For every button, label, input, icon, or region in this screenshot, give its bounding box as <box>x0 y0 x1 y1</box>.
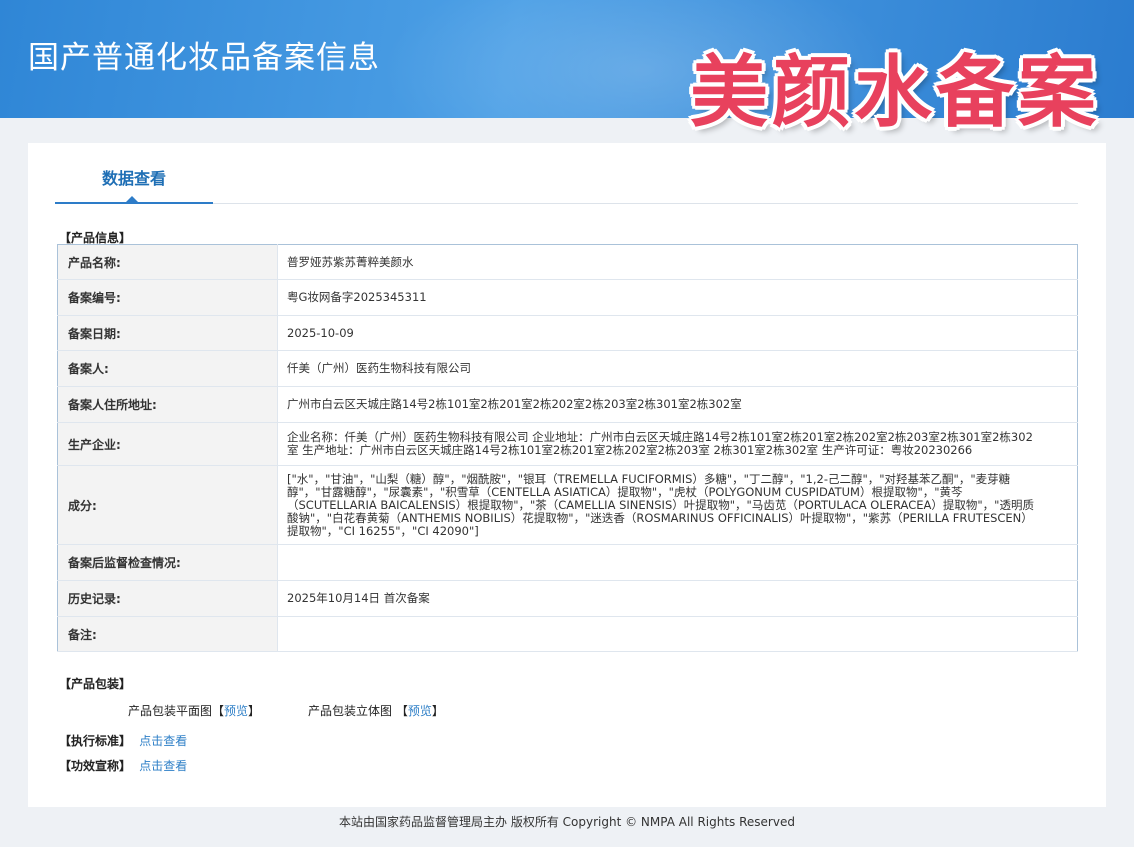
table-row: 备注: <box>57 616 1078 652</box>
tab-caret-icon <box>126 196 138 202</box>
row-value <box>277 544 1078 581</box>
package-solid-preview-link[interactable]: 预览 <box>408 704 432 718</box>
bracket-open: 【 <box>212 704 225 718</box>
row-value: 2025年10月14日 首次备案 <box>277 580 1078 617</box>
row-key: 备案人: <box>57 350 278 387</box>
table-row: 产品名称: 普罗娅苏紫苏菁粹美颜水 <box>57 244 1078 280</box>
table-row: 备案日期: 2025-10-09 <box>57 315 1078 351</box>
watermark-overlay: 美颜水备案 <box>690 48 1101 138</box>
bracket-open: 【 <box>395 704 408 718</box>
row-value: 普罗娅苏紫苏菁粹美颜水 <box>277 244 1078 280</box>
package-flat-preview-link[interactable]: 预览 <box>224 704 248 718</box>
row-key: 历史记录: <box>57 580 278 617</box>
table-row: 历史记录: 2025年10月14日 首次备案 <box>57 580 1078 617</box>
divider <box>213 203 1078 204</box>
standard-view-link[interactable]: 点击查看 <box>139 734 187 748</box>
tab-underline <box>55 202 213 204</box>
product-info-table: 产品名称: 普罗娅苏紫苏菁粹美颜水 备案编号: 粤G妆网备字2025345311 备案日… <box>57 244 1078 652</box>
efficacy-label: 【功效宣称】 <box>59 759 132 773</box>
bracket-close: 】 <box>248 704 261 718</box>
table-row: 备案人住所地址: 广州市白云区天城庄路14号2栋101室2栋201室2栋202室2… <box>57 386 1078 423</box>
footer-copyright: 本站由国家药品监督管理局主办 版权所有 Copyright © NMPA All… <box>339 815 795 829</box>
row-key: 备案人住所地址: <box>57 386 278 423</box>
row-key: 产品名称: <box>57 244 278 280</box>
row-key: 备案后监督检查情况: <box>57 544 278 581</box>
row-key: 备注: <box>57 616 278 652</box>
table-row: 成分: ["水"，"甘油"，"山梨（糖）醇"，"烟酰胺"，"银耳（TREMELLA… <box>57 465 1078 545</box>
packaging-heading: 【产品包装】 <box>59 677 132 691</box>
row-value: 企业名称：仟美（广州）医药生物科技有限公司 企业地址：广州市白云区天城庄路14号… <box>277 422 1078 466</box>
efficacy-row: 【功效宣称】 点击查看 <box>59 757 187 774</box>
page-title: 国产普通化妆品备案信息 <box>28 40 380 76</box>
row-key: 备案编号: <box>57 279 278 316</box>
row-key: 生产企业: <box>57 422 278 466</box>
table-row: 备案后监督检查情况: <box>57 544 1078 581</box>
row-value: 粤G妆网备字2025345311 <box>277 279 1078 316</box>
content-panel: 数据查看 【产品信息】 产品名称: 普罗娅苏紫苏菁粹美颜水 备案编号: 粤G妆网备字2… <box>28 143 1106 807</box>
row-value: 仟美（广州）医药生物科技有限公司 <box>277 350 1078 387</box>
package-flat-row: 产品包装平面图【预览】 <box>128 702 260 719</box>
table-row: 备案人: 仟美（广州）医药生物科技有限公司 <box>57 350 1078 387</box>
package-solid-row: 产品包装立体图 【预览】 <box>308 702 444 719</box>
row-key: 备案日期: <box>57 315 278 351</box>
package-flat-label: 产品包装平面图 <box>128 704 213 718</box>
efficacy-view-link[interactable]: 点击查看 <box>139 759 187 773</box>
bracket-close: 】 <box>431 704 444 718</box>
package-solid-label: 产品包装立体图 <box>308 704 393 718</box>
row-value <box>277 616 1078 652</box>
standard-row: 【执行标准】 点击查看 <box>59 732 187 749</box>
table-row: 备案编号: 粤G妆网备字2025345311 <box>57 279 1078 316</box>
table-row: 生产企业: 企业名称：仟美（广州）医药生物科技有限公司 企业地址：广州市白云区天城… <box>57 422 1078 466</box>
row-value: 2025-10-09 <box>277 315 1078 351</box>
row-value: 广州市白云区天城庄路14号2栋101室2栋201室2栋202室2栋203室2栋3… <box>277 386 1078 423</box>
row-value: ["水"，"甘油"，"山梨（糖）醇"，"烟酰胺"，"银耳（TREMELLA FU… <box>277 465 1078 545</box>
row-key: 成分: <box>57 465 278 545</box>
standard-label: 【执行标准】 <box>59 734 132 748</box>
